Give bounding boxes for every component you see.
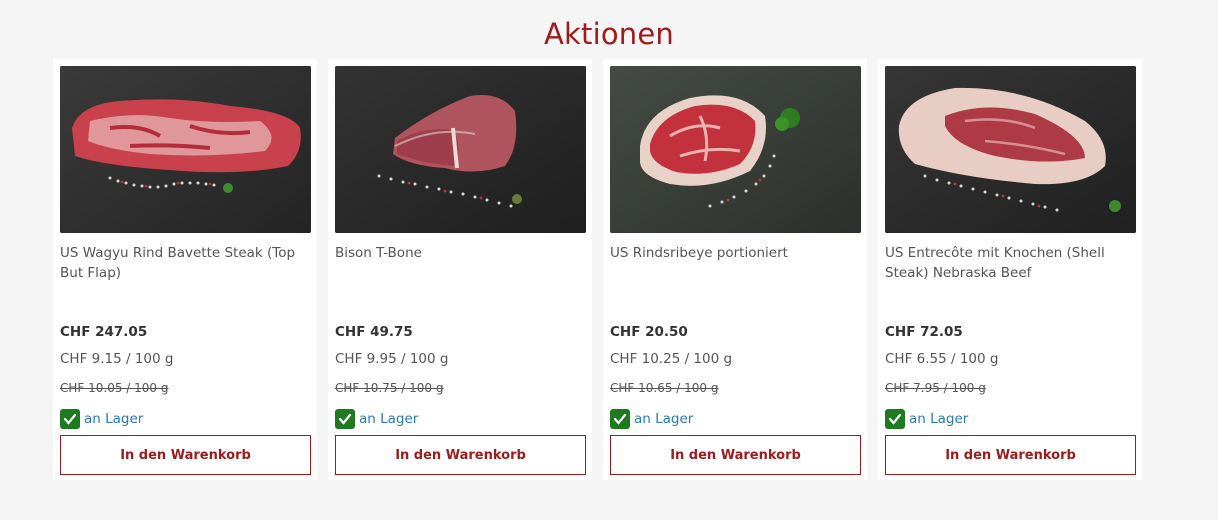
product-name[interactable]: US Entrecôte mit Knochen (Shell Steak) N… <box>885 243 1137 283</box>
checkmark-icon <box>610 409 630 429</box>
product-name[interactable]: Bison T-Bone <box>335 243 587 263</box>
stock-label: an Lager <box>634 411 694 427</box>
unit-price: CHF 9.15 / 100 g <box>60 351 174 367</box>
product-image[interactable] <box>885 66 1136 233</box>
product-image[interactable] <box>60 66 311 233</box>
product-image[interactable] <box>610 66 861 233</box>
unit-price: CHF 10.25 / 100 g <box>610 351 733 367</box>
product-price: CHF 247.05 <box>60 324 148 340</box>
product-card: US Wagyu Rind Bavette Steak (Top But Fla… <box>53 59 317 480</box>
product-price: CHF 20.50 <box>610 324 688 340</box>
unit-price: CHF 6.55 / 100 g <box>885 351 999 367</box>
checkmark-icon <box>60 409 80 429</box>
stock-status: an Lager <box>60 409 143 429</box>
product-price: CHF 72.05 <box>885 324 963 340</box>
product-card: US Entrecôte mit Knochen (Shell Steak) N… <box>878 59 1142 480</box>
product-grid: US Wagyu Rind Bavette Steak (Top But Fla… <box>53 59 1142 480</box>
unit-price: CHF 9.95 / 100 g <box>335 351 449 367</box>
stock-status: an Lager <box>335 409 418 429</box>
add-to-cart-button[interactable]: In den Warenkorb <box>610 435 861 475</box>
stock-status: an Lager <box>885 409 968 429</box>
section-title: Aktionen <box>543 17 674 51</box>
old-unit-price: CHF 7.95 / 100 g <box>885 381 986 395</box>
product-card: US Rindsribeye portioniert CHF 20.50 CHF… <box>603 59 867 480</box>
add-to-cart-button[interactable]: In den Warenkorb <box>335 435 586 475</box>
product-image[interactable] <box>335 66 586 233</box>
product-card: Bison T-Bone CHF 49.75 CHF 9.95 / 100 g … <box>328 59 592 480</box>
old-unit-price: CHF 10.05 / 100 g <box>60 381 169 395</box>
stock-label: an Lager <box>909 411 969 427</box>
old-unit-price: CHF 10.75 / 100 g <box>335 381 444 395</box>
checkmark-icon <box>335 409 355 429</box>
product-name[interactable]: US Rindsribeye portioniert <box>610 243 862 263</box>
product-name[interactable]: US Wagyu Rind Bavette Steak (Top But Fla… <box>60 243 312 283</box>
stock-label: an Lager <box>359 411 419 427</box>
product-price: CHF 49.75 <box>335 324 413 340</box>
checkmark-icon <box>885 409 905 429</box>
add-to-cart-button[interactable]: In den Warenkorb <box>885 435 1136 475</box>
stock-label: an Lager <box>84 411 144 427</box>
stock-status: an Lager <box>610 409 693 429</box>
add-to-cart-button[interactable]: In den Warenkorb <box>60 435 311 475</box>
old-unit-price: CHF 10.65 / 100 g <box>610 381 719 395</box>
